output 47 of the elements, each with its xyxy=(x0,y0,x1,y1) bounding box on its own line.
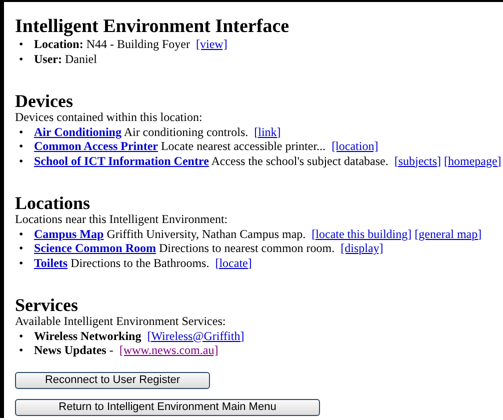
bullet: • xyxy=(19,37,24,52)
item-description: Air conditioning controls. xyxy=(124,124,248,138)
title-link[interactable]: Air Conditioning xyxy=(34,124,122,138)
bullet: • xyxy=(19,124,24,139)
link[interactable]: [general map] xyxy=(414,226,482,240)
action-button[interactable]: Reconnect to User Register xyxy=(15,372,210,388)
section-heading: Locations xyxy=(15,194,92,212)
item-title: Wireless Networking xyxy=(34,328,142,342)
item-description: Griffith University, Nathan Campus map. xyxy=(106,226,306,240)
title-link[interactable]: Science Common Room xyxy=(34,241,156,255)
link[interactable]: [link] xyxy=(254,124,281,138)
section-intro: Available Intelligent Environment Services: xyxy=(15,314,227,328)
action-button[interactable]: Return to Intelligent Environment Main Menu xyxy=(15,398,320,416)
link[interactable]: [www.news.com.au] xyxy=(119,343,218,357)
bullet: • xyxy=(19,139,24,154)
link[interactable]: [subjects] xyxy=(394,154,441,168)
link[interactable]: [homepage] xyxy=(444,154,502,168)
section-intro: Locations near this Intelligent Environment: xyxy=(15,212,229,226)
title-link[interactable]: School of ICT Information Centre xyxy=(34,154,209,168)
section-intro: Devices contained within this location: xyxy=(15,110,204,124)
item-description: Access the school's subject database. xyxy=(211,154,388,168)
link[interactable]: [view] xyxy=(196,37,228,51)
section-heading: Services xyxy=(15,296,79,314)
title-link[interactable]: Common Access Printer xyxy=(34,139,158,153)
page-title: Intelligent Environment Interface xyxy=(15,17,290,37)
link[interactable]: [Wireless@Griffith] xyxy=(147,328,244,342)
bullet: • xyxy=(19,256,24,270)
item-description: Directions to the Bathrooms. xyxy=(70,256,210,270)
item-title: News Updates xyxy=(34,343,106,357)
bullet: • xyxy=(19,328,24,343)
link[interactable]: [locate this building] xyxy=(312,226,412,240)
bullet: • xyxy=(19,343,24,358)
link[interactable]: [display] xyxy=(340,241,384,255)
bullet: • xyxy=(19,226,24,241)
section-heading: Devices xyxy=(15,92,74,110)
link[interactable]: [location] xyxy=(332,139,378,153)
bullet: • xyxy=(19,52,24,66)
item-description: Locate nearest accessible printer... xyxy=(160,139,326,153)
bullet: • xyxy=(19,154,24,168)
title-link[interactable]: Campus Map xyxy=(34,226,104,240)
title-link[interactable]: Toilets xyxy=(34,256,68,270)
info-item: User: Daniel xyxy=(34,52,97,66)
bullet: • xyxy=(19,241,24,256)
item-description: Directions to nearest common room. xyxy=(158,241,335,255)
item-description: - xyxy=(109,343,114,357)
link[interactable]: [locate] xyxy=(215,256,252,270)
info-item: Location: N44 - Building Foyer xyxy=(34,37,190,51)
